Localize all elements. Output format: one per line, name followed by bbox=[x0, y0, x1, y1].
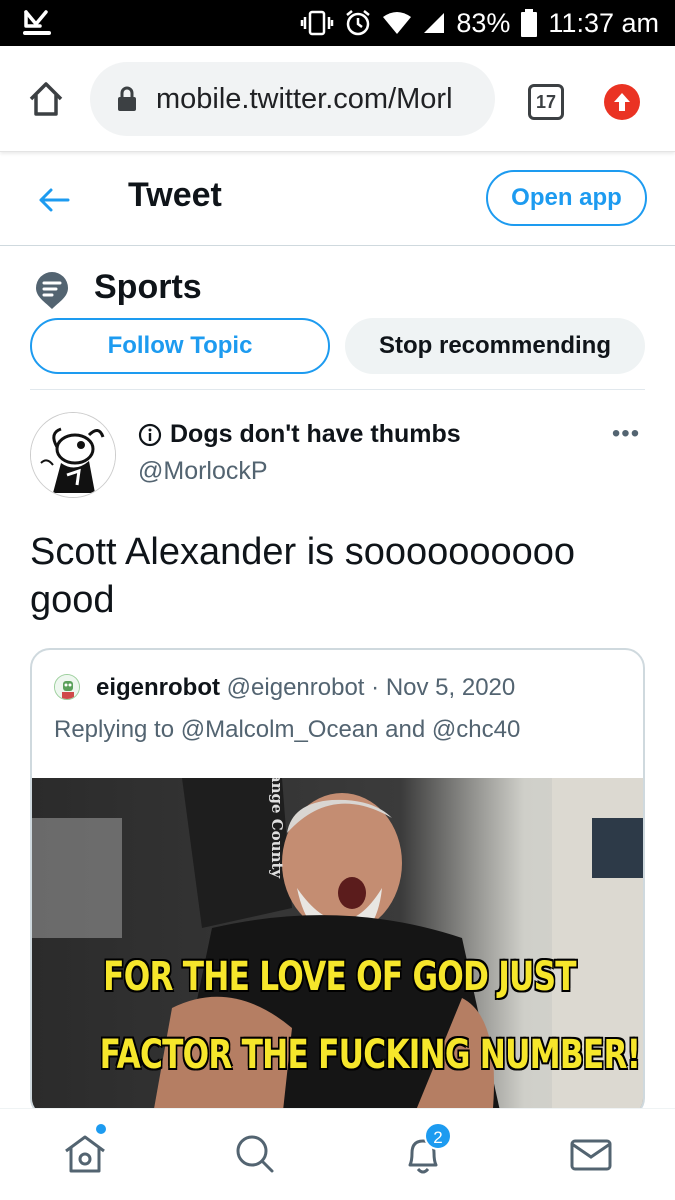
tab-switcher-button[interactable]: 17 bbox=[528, 84, 564, 120]
vibrate-icon bbox=[300, 10, 334, 36]
signal-icon bbox=[422, 11, 446, 35]
notification-badge: 2 bbox=[424, 1122, 452, 1150]
author-name[interactable]: Dogs don't have thumbs bbox=[170, 420, 461, 449]
page-header: Tweet Open app bbox=[0, 152, 675, 246]
battery-icon bbox=[520, 9, 538, 37]
tweet-text: Scott Alexander is soooooooooo good bbox=[30, 531, 576, 621]
page-title: Tweet bbox=[128, 176, 222, 214]
shirt-text: Orange County bbox=[268, 778, 287, 879]
quoted-tweet[interactable]: eigenrobot @eigenrobot · Nov 5, 2020 Rep… bbox=[30, 648, 645, 1118]
search-icon[interactable] bbox=[230, 1129, 280, 1179]
quoted-date: Nov 5, 2020 bbox=[385, 674, 516, 701]
url-bar[interactable]: mobile.twitter.com/Morl bbox=[90, 62, 495, 136]
meme-caption-line-1: FOR THE LOVE OF GOD JUST bbox=[102, 953, 577, 1001]
follow-topic-button[interactable]: Follow Topic bbox=[30, 318, 330, 374]
messages-icon[interactable] bbox=[566, 1129, 616, 1179]
topic-section: Sports Follow Topic Stop recommending bbox=[0, 246, 675, 392]
browser-home-icon[interactable] bbox=[26, 79, 66, 119]
divider bbox=[30, 389, 645, 390]
quoted-author-name: eigenrobot bbox=[96, 674, 220, 701]
update-icon[interactable] bbox=[604, 84, 640, 120]
quoted-author-handle: @eigenrobot bbox=[226, 674, 365, 701]
home-icon[interactable] bbox=[60, 1129, 110, 1179]
quoted-avatar bbox=[54, 674, 80, 700]
avatar[interactable] bbox=[30, 412, 116, 498]
meme-caption-line-2: FACTOR THE FUCKING NUMBER! bbox=[99, 1031, 642, 1079]
info-icon bbox=[138, 423, 162, 447]
stop-recommending-button[interactable]: Stop recommending bbox=[345, 318, 645, 374]
more-options-icon[interactable]: ••• bbox=[608, 420, 644, 450]
quoted-meta: eigenrobot @eigenrobot · Nov 5, 2020 bbox=[96, 674, 515, 702]
browser-toolbar: mobile.twitter.com/Morl 17 bbox=[0, 46, 675, 152]
topic-icon bbox=[34, 270, 70, 310]
download-complete-icon bbox=[22, 8, 52, 38]
battery-percent: 83% bbox=[456, 7, 511, 38]
topic-name: Sports bbox=[94, 268, 202, 306]
meme-image: Orange County FOR THE LOVE OF GOD JUST F… bbox=[32, 778, 643, 1116]
alarm-icon bbox=[344, 9, 372, 37]
separator: · bbox=[371, 674, 380, 701]
lock-icon bbox=[117, 86, 137, 112]
wifi-icon bbox=[382, 11, 412, 35]
clock: 11:37 am bbox=[548, 7, 659, 38]
back-arrow-icon[interactable] bbox=[36, 182, 72, 218]
open-app-button[interactable]: Open app bbox=[486, 170, 647, 226]
bottom-nav bbox=[0, 1108, 675, 1200]
author-row: Dogs don't have thumbs bbox=[138, 420, 461, 449]
new-content-dot bbox=[96, 1124, 106, 1134]
author-handle[interactable]: @MorlockP bbox=[138, 457, 268, 486]
url-text: mobile.twitter.com/Morl bbox=[156, 83, 453, 115]
status-bar: 83% 11:37 am bbox=[0, 0, 675, 46]
reply-context: Replying to @Malcolm_Ocean and @chc40 bbox=[54, 716, 521, 743]
